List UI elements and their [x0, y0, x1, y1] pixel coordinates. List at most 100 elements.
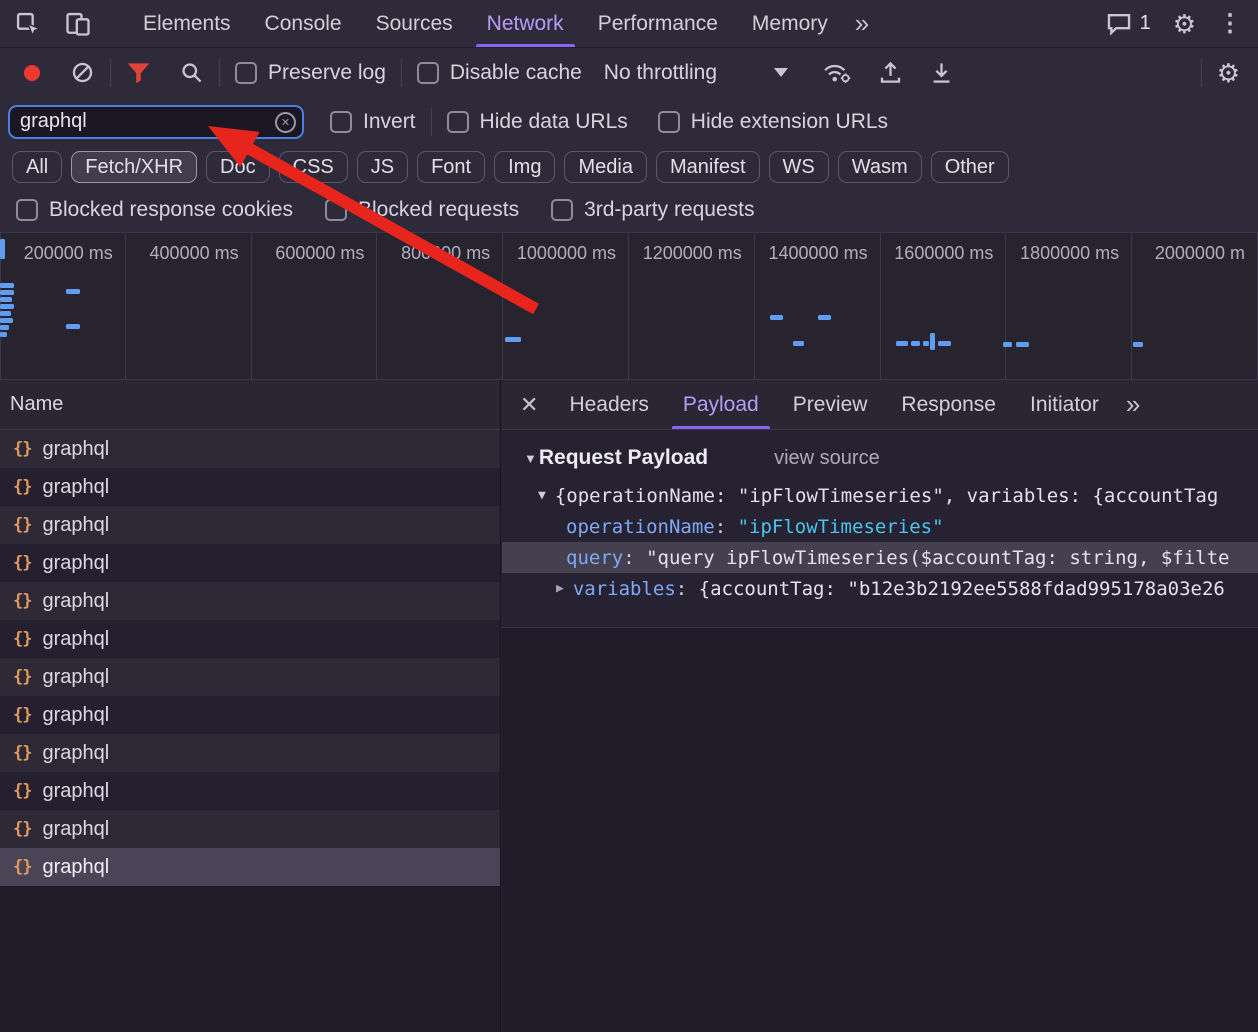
chip-other[interactable]: Other — [931, 151, 1009, 183]
details-tab-preview[interactable]: Preview — [776, 380, 885, 429]
timeline-tick-label: 1000000 ms — [503, 233, 629, 379]
blocked-response-cookies-checkbox[interactable]: Blocked response cookies — [16, 198, 293, 222]
request-row[interactable]: {}graphql — [0, 696, 500, 734]
disable-cache-checkbox[interactable]: Disable cache — [417, 61, 582, 85]
collapse-triangle-icon: ▼ — [538, 488, 546, 503]
payload-section: ▼ Request Payload view source ▼ {operati… — [502, 430, 1258, 628]
chip-manifest[interactable]: Manifest — [656, 151, 760, 183]
name-column-header[interactable]: Name — [0, 380, 500, 430]
chip-css[interactable]: CSS — [279, 151, 348, 183]
export-har-icon[interactable] — [929, 60, 954, 85]
chip-img[interactable]: Img — [494, 151, 555, 183]
waterfall-mark — [66, 324, 80, 329]
tab-sources[interactable]: Sources — [359, 0, 470, 47]
network-overview-timeline[interactable]: 200000 ms400000 ms600000 ms800000 ms1000… — [0, 232, 1258, 380]
toolbar-divider — [219, 59, 220, 87]
checkbox-box — [16, 199, 38, 221]
hide-extension-urls-checkbox[interactable]: Hide extension URLs — [658, 110, 888, 134]
request-row[interactable]: {}graphql — [0, 734, 500, 772]
request-name: graphql — [42, 476, 109, 499]
request-name: graphql — [42, 552, 109, 575]
more-details-tabs-icon[interactable]: » — [1116, 389, 1150, 420]
settings-gear-icon[interactable]: ⚙ — [1173, 11, 1196, 37]
request-row[interactable]: {}graphql — [0, 506, 500, 544]
device-toolbar-icon[interactable] — [64, 10, 92, 38]
throttling-dropdown[interactable]: No throttling — [604, 61, 788, 85]
request-name: graphql — [42, 438, 109, 461]
search-icon[interactable] — [179, 60, 204, 85]
payload-summary-row[interactable]: ▼ {operationName: "ipFlowTimeseries", va… — [502, 480, 1258, 511]
waterfall-mark — [0, 304, 14, 309]
chip-font[interactable]: Font — [417, 151, 485, 183]
tab-network[interactable]: Network — [470, 0, 581, 47]
chip-ws[interactable]: WS — [769, 151, 829, 183]
tab-memory[interactable]: Memory — [735, 0, 845, 47]
request-row[interactable]: {}graphql — [0, 620, 500, 658]
tab-performance[interactable]: Performance — [581, 0, 735, 47]
payload-query-row-selected[interactable]: query: "query ipFlowTimeseries($accountT… — [502, 542, 1258, 573]
record-network-log-icon[interactable] — [20, 61, 44, 85]
details-tab-headers[interactable]: Headers — [552, 380, 665, 429]
filter-funnel-icon[interactable] — [126, 61, 151, 84]
hide-data-urls-checkbox[interactable]: Hide data URLs — [447, 110, 628, 134]
payload-key: query — [566, 547, 623, 569]
tab-console[interactable]: Console — [248, 0, 359, 47]
blocked-requests-checkbox[interactable]: Blocked requests — [325, 198, 519, 222]
payload-operation-name-row[interactable]: operationName: "ipFlowTimeseries" — [502, 511, 1258, 542]
request-row[interactable]: {}graphql — [0, 658, 500, 696]
3rd-party-requests-checkbox[interactable]: 3rd-party requests — [551, 198, 754, 222]
clear-filter-icon[interactable]: ✕ — [275, 112, 296, 133]
toolbar-divider — [110, 59, 111, 87]
invert-checkbox[interactable]: Invert — [330, 110, 416, 134]
chip-doc[interactable]: Doc — [206, 151, 270, 183]
requests-list: {}graphql{}graphql{}graphql{}graphql{}gr… — [0, 430, 500, 886]
chip-fetch-xhr[interactable]: Fetch/XHR — [71, 151, 197, 183]
waterfall-mark — [818, 315, 831, 320]
import-har-icon[interactable] — [878, 60, 903, 85]
close-details-icon[interactable]: ✕ — [520, 392, 538, 418]
resource-type-chips-row: All Fetch/XHR Doc CSS JS Font Img Media Manifest… — [0, 146, 1258, 188]
request-row[interactable]: {}graphql — [0, 810, 500, 848]
request-row[interactable]: {}graphql — [0, 430, 500, 468]
payload-key: operationName — [566, 516, 715, 538]
network-settings-gear-icon[interactable]: ⚙ — [1217, 60, 1240, 86]
preserve-log-checkbox[interactable]: Preserve log — [235, 61, 386, 85]
chip-wasm[interactable]: Wasm — [838, 151, 922, 183]
chip-media[interactable]: Media — [564, 151, 646, 183]
request-row[interactable]: {}graphql — [0, 544, 500, 582]
collapse-triangle-icon[interactable]: ▼ — [524, 451, 537, 466]
fetch-braces-icon: {} — [13, 591, 31, 611]
view-source-link[interactable]: view source — [774, 447, 880, 470]
hide-data-urls-label: Hide data URLs — [480, 110, 628, 134]
request-row[interactable]: {}graphql — [0, 468, 500, 506]
throttling-value: No throttling — [604, 61, 717, 85]
chip-all[interactable]: All — [12, 151, 62, 183]
clear-network-log-icon[interactable] — [70, 60, 95, 85]
disable-cache-label: Disable cache — [450, 61, 582, 85]
request-row[interactable]: {}graphql — [0, 848, 500, 886]
request-name: graphql — [42, 856, 109, 879]
toolbar-divider — [431, 108, 432, 136]
request-row[interactable]: {}graphql — [0, 582, 500, 620]
kebab-menu-icon[interactable]: ⋮ — [1218, 9, 1242, 38]
details-tab-payload[interactable]: Payload — [666, 380, 776, 429]
console-messages-indicator[interactable]: 1 — [1106, 12, 1151, 36]
tab-elements[interactable]: Elements — [126, 0, 248, 47]
filter-input[interactable] — [8, 105, 304, 139]
details-tab-response[interactable]: Response — [884, 380, 1013, 429]
more-tabs-icon[interactable]: » — [845, 8, 879, 39]
toolbar-divider — [401, 59, 402, 87]
waterfall-mark — [66, 289, 80, 294]
waterfall-mark — [930, 333, 935, 350]
chip-js[interactable]: JS — [357, 151, 408, 183]
inspect-element-icon[interactable] — [14, 10, 42, 38]
panel-tabs: ElementsConsoleSourcesNetworkPerformance… — [126, 0, 845, 47]
payload-variables-row[interactable]: ▶ variables: {accountTag: "b12e3b2192ee5… — [502, 573, 1258, 604]
request-details-panel: ✕ HeadersPayloadPreviewResponseInitiator… — [502, 380, 1258, 1032]
details-tab-initiator[interactable]: Initiator — [1013, 380, 1116, 429]
network-conditions-icon[interactable] — [822, 60, 852, 85]
blocked-response-cookies-label: Blocked response cookies — [49, 198, 293, 222]
checkbox-box — [447, 111, 469, 133]
request-row[interactable]: {}graphql — [0, 772, 500, 810]
timeline-tick-label: 200000 ms — [0, 233, 126, 379]
